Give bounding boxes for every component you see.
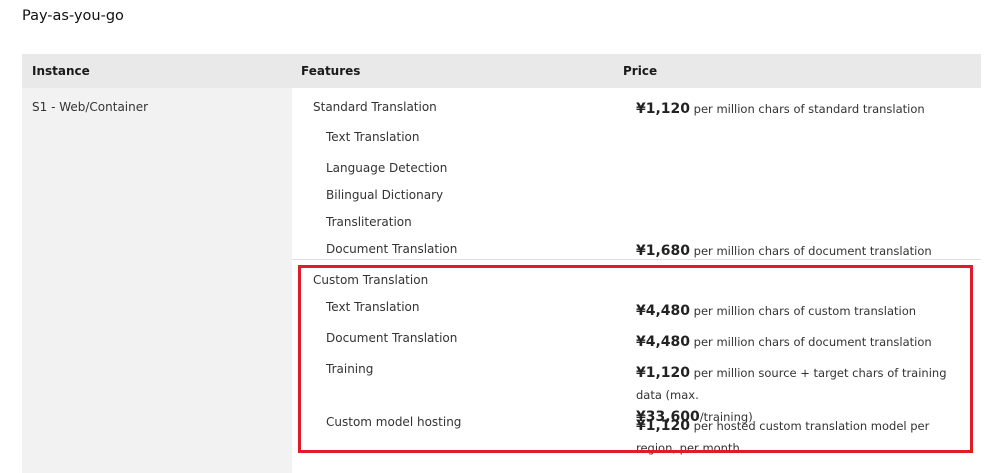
price-amount: ¥4,480 — [636, 303, 691, 319]
pricing-table: Instance Features Price S1 - Web/Contain… — [22, 54, 981, 473]
price-standard-document: ¥1,680 per million chars of document tra… — [636, 240, 976, 262]
price-description: per million chars of document translatio… — [690, 335, 932, 349]
price-amount: ¥4,480 — [636, 334, 691, 350]
price-hosting: ¥1,120 per hosted custom translation mod… — [636, 415, 971, 459]
table-header: Instance Features Price — [22, 54, 981, 88]
feature-group-standard: Standard Translation — [313, 100, 437, 114]
header-price: Price — [623, 64, 658, 78]
pricing-page: Pay-as-you-go Instance Features Price S1… — [0, 0, 994, 473]
price-description: per million chars of document translatio… — [690, 244, 932, 258]
feature-training: Training — [326, 362, 374, 376]
feature-custom-text-translation: Text Translation — [326, 300, 420, 314]
price-custom-text: ¥4,480 per million chars of custom trans… — [636, 300, 976, 322]
feature-standard-text-translation: Text Translation — [326, 130, 420, 144]
section-title: Pay-as-you-go — [22, 8, 124, 24]
feature-standard-document-translation: Document Translation — [326, 242, 458, 256]
price-description: per million chars of custom translation — [690, 304, 917, 318]
price-amount: ¥1,120 — [636, 101, 691, 117]
price-amount: ¥1,680 — [636, 243, 691, 259]
feature-transliteration: Transliteration — [326, 215, 412, 229]
feature-custom-model-hosting: Custom model hosting — [326, 415, 462, 429]
header-features: Features — [301, 64, 361, 78]
price-amount: ¥1,120 — [636, 418, 691, 434]
price-standard-text: ¥1,120 per million chars of standard tra… — [636, 98, 976, 120]
instance-name: S1 - Web/Container — [32, 100, 149, 114]
feature-group-custom: Custom Translation — [313, 273, 429, 287]
price-description: per million chars of standard translatio… — [690, 102, 925, 116]
price-amount: ¥1,120 — [636, 365, 691, 381]
feature-bilingual-dictionary: Bilingual Dictionary — [326, 188, 444, 202]
feature-custom-document-translation: Document Translation — [326, 331, 458, 345]
price-custom-document: ¥4,480 per million chars of document tra… — [636, 331, 976, 353]
header-instance: Instance — [32, 64, 90, 78]
instance-column — [22, 88, 292, 473]
feature-language-detection: Language Detection — [326, 161, 448, 175]
